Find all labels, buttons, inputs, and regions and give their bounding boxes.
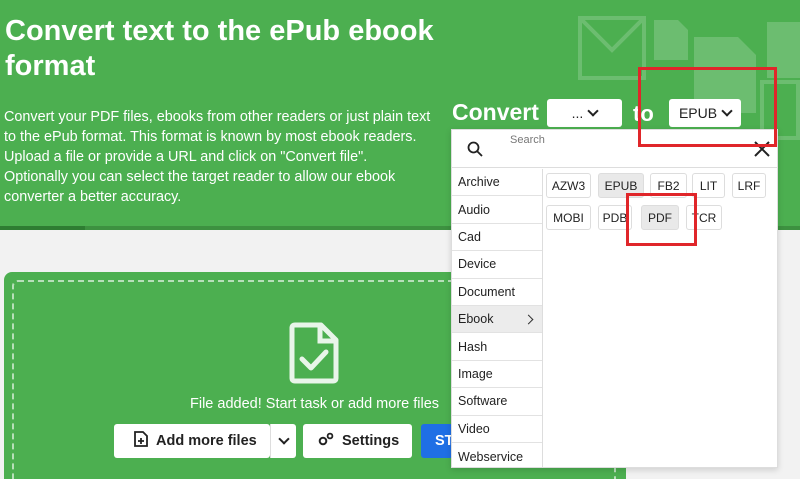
file-check-icon	[289, 322, 339, 389]
category-label: Video	[458, 421, 490, 436]
add-files-dropdown-toggle[interactable]	[270, 424, 296, 458]
gears-icon	[318, 432, 334, 450]
format-option-lrf[interactable]: LRF	[732, 173, 766, 198]
category-label: Image	[458, 366, 493, 381]
category-item-audio[interactable]: Audio	[452, 196, 542, 224]
category-label: Cad	[458, 229, 481, 244]
add-more-files-label: Add more files	[156, 433, 257, 449]
file-added-status: File added! Start task or add more files	[190, 396, 440, 412]
category-label: Document	[458, 284, 515, 299]
highlight-box-target-format	[638, 67, 777, 147]
category-item-device[interactable]: Device	[452, 251, 542, 279]
category-list: Archive Audio Cad Device Document Ebook …	[452, 169, 543, 467]
source-format-select[interactable]: ...	[547, 99, 622, 127]
file-plus-icon	[134, 431, 148, 451]
category-label: Device	[458, 257, 497, 272]
category-item-archive[interactable]: Archive	[452, 169, 542, 197]
category-item-ebook[interactable]: Ebook	[452, 305, 542, 334]
category-item-software[interactable]: Software	[452, 388, 542, 416]
hero-progress-accent	[0, 226, 85, 230]
page-title: Convert text to the ePub ebook format	[5, 15, 434, 82]
category-label: Software	[458, 394, 508, 409]
category-item-hash[interactable]: Hash	[452, 333, 542, 361]
convert-label: Convert	[452, 99, 539, 125]
category-item-image[interactable]: Image	[452, 361, 542, 389]
chevron-down-icon	[277, 433, 290, 445]
category-label: Ebook	[458, 312, 494, 327]
category-label: Hash	[458, 339, 488, 354]
settings-label: Settings	[342, 433, 400, 449]
page-description: Convert your PDF files, ebooks from othe…	[4, 109, 431, 205]
format-dropdown: Search Archive Audio Cad Device Document…	[451, 129, 778, 468]
format-option-azw3[interactable]: AZW3	[546, 173, 591, 198]
search-placeholder: Search	[510, 134, 545, 146]
search-icon	[467, 141, 483, 162]
chevron-down-icon	[587, 105, 599, 117]
source-format-value: ...	[571, 105, 584, 121]
category-item-webservice[interactable]: Webservice	[452, 443, 542, 470]
highlight-box-pdf-option	[626, 193, 697, 246]
category-label: Audio	[458, 202, 490, 217]
settings-button[interactable]: Settings	[303, 424, 412, 458]
category-item-document[interactable]: Document	[452, 279, 542, 306]
format-option-mobi[interactable]: MOBI	[546, 205, 591, 230]
category-label: Archive	[458, 175, 500, 190]
category-label: Webservice	[458, 449, 524, 464]
chevron-right-icon	[523, 314, 534, 325]
add-more-files-button[interactable]: Add more files	[114, 424, 270, 458]
category-item-video[interactable]: Video	[452, 416, 542, 443]
category-item-cad[interactable]: Cad	[452, 224, 542, 252]
file-gif-icon	[650, 18, 690, 62]
